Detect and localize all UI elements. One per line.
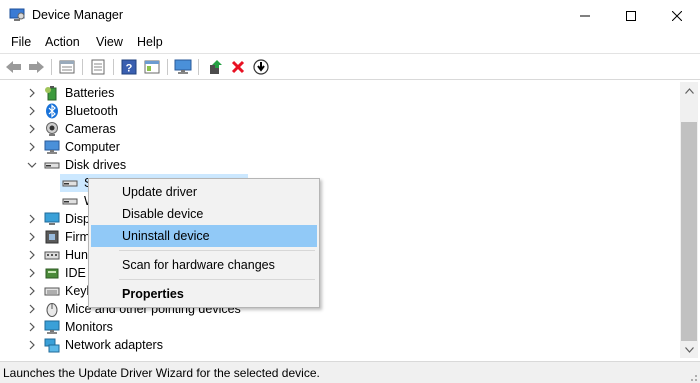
chevron-down-icon[interactable] [27,159,37,171]
menu-bar: File Action View Help [0,31,700,53]
chevron-right-icon[interactable] [27,231,37,243]
tree-item-network-adapters[interactable]: Network adapters [2,336,680,354]
battery-icon [44,85,60,101]
camera-icon [44,121,60,137]
tree-item-monitors[interactable]: Monitors [2,318,680,336]
bluetooth-icon [44,103,60,119]
monitor-icon [44,319,60,335]
svg-text:?: ? [126,63,133,75]
chevron-right-icon[interactable] [27,285,37,297]
forward-icon[interactable] [27,58,45,76]
device-manager-icon [9,8,25,22]
uninstall-icon[interactable] [229,58,247,76]
context-menu: Update driver Disable device Uninstall d… [88,178,320,308]
chevron-right-icon[interactable] [27,339,37,351]
menu-help[interactable]: Help [137,35,163,49]
toolbar-separator [51,59,52,75]
tree-item-label: Monitors [65,320,113,334]
tree-item-label: Bluetooth [65,104,118,118]
title-bar: Device Manager [0,0,700,31]
menu-item-label: Disable device [122,207,204,221]
chevron-right-icon[interactable] [27,321,37,333]
menu-file[interactable]: File [11,35,31,49]
tree-item-label: Disp [65,212,91,226]
chevron-right-icon[interactable] [27,123,37,135]
toolbar-separator [113,59,114,75]
toolbar-separator [167,59,168,75]
status-text: Launches the Update Driver Wizard for th… [3,366,320,380]
menu-separator [119,250,315,251]
chevron-right-icon[interactable] [27,105,37,117]
toolbar: ? [0,53,700,80]
tree-item-disk-drives[interactable]: Disk drives [2,156,680,174]
monitor-icon[interactable] [174,58,192,76]
maximize-button[interactable] [608,0,654,31]
toolbar-separator [82,59,83,75]
tree-item-label: Network adapters [65,338,163,352]
mouse-icon [44,301,60,317]
scroll-down-icon[interactable] [680,341,698,358]
network-icon [44,337,60,353]
menu-view[interactable]: View [96,35,123,49]
tree-item-label: Hun [65,248,88,262]
tree-item-label: Computer [65,140,120,154]
details-icon[interactable] [143,58,161,76]
menu-item-label: Uninstall device [122,229,210,243]
update-driver-icon[interactable] [206,58,224,76]
scrollbar-thumb[interactable] [681,122,697,341]
disk-drive-icon [62,175,78,191]
help-icon[interactable]: ? [120,58,138,76]
chevron-right-icon[interactable] [27,87,37,99]
status-bar: Launches the Update Driver Wizard for th… [0,361,700,383]
close-button[interactable] [654,0,700,31]
hid-icon [44,247,60,263]
menu-separator [119,279,315,280]
menu-item-properties[interactable]: Properties [91,283,317,305]
scroll-up-icon[interactable] [680,82,698,99]
menu-item-label: Update driver [122,185,198,199]
window-title: Device Manager [32,8,124,22]
menu-item-update-driver[interactable]: Update driver [91,181,317,203]
keyboard-icon [44,283,60,299]
menu-item-disable-device[interactable]: Disable device [91,203,317,225]
resize-grip-icon[interactable] [688,371,698,381]
scan-icon[interactable] [89,58,107,76]
menu-item-uninstall-device[interactable]: Uninstall device [91,225,317,247]
vertical-scrollbar[interactable] [680,82,698,358]
toolbar-separator [198,59,199,75]
tree-item-label: Disk drives [65,158,127,172]
properties-icon[interactable] [58,58,76,76]
tree-item-label: Batteries [65,86,115,100]
disk-drive-icon [44,157,60,173]
back-icon[interactable] [5,58,23,76]
chevron-right-icon[interactable] [27,249,37,261]
disk-drive-icon [62,193,78,209]
tree-item-cameras[interactable]: Cameras [2,120,680,138]
minimize-button[interactable] [562,0,608,31]
chevron-right-icon[interactable] [27,213,37,225]
tree-item-batteries[interactable]: Batteries [2,84,680,102]
ide-icon [44,265,60,281]
firmware-icon [44,229,60,245]
menu-item-label: Scan for hardware changes [122,258,275,272]
download-icon[interactable] [252,58,270,76]
menu-action[interactable]: Action [45,35,80,49]
menu-item-scan-hardware[interactable]: Scan for hardware changes [91,254,317,276]
tree-item-computer[interactable]: Computer [2,138,680,156]
chevron-right-icon[interactable] [27,267,37,279]
tree-item-label: Firm [65,230,90,244]
chevron-right-icon[interactable] [27,303,37,315]
computer-icon [44,139,60,155]
menu-item-label: Properties [122,287,184,301]
chevron-right-icon[interactable] [27,141,37,153]
tree-item-label: Cameras [65,122,116,136]
display-icon [44,211,60,227]
tree-item-bluetooth[interactable]: Bluetooth [2,102,680,120]
